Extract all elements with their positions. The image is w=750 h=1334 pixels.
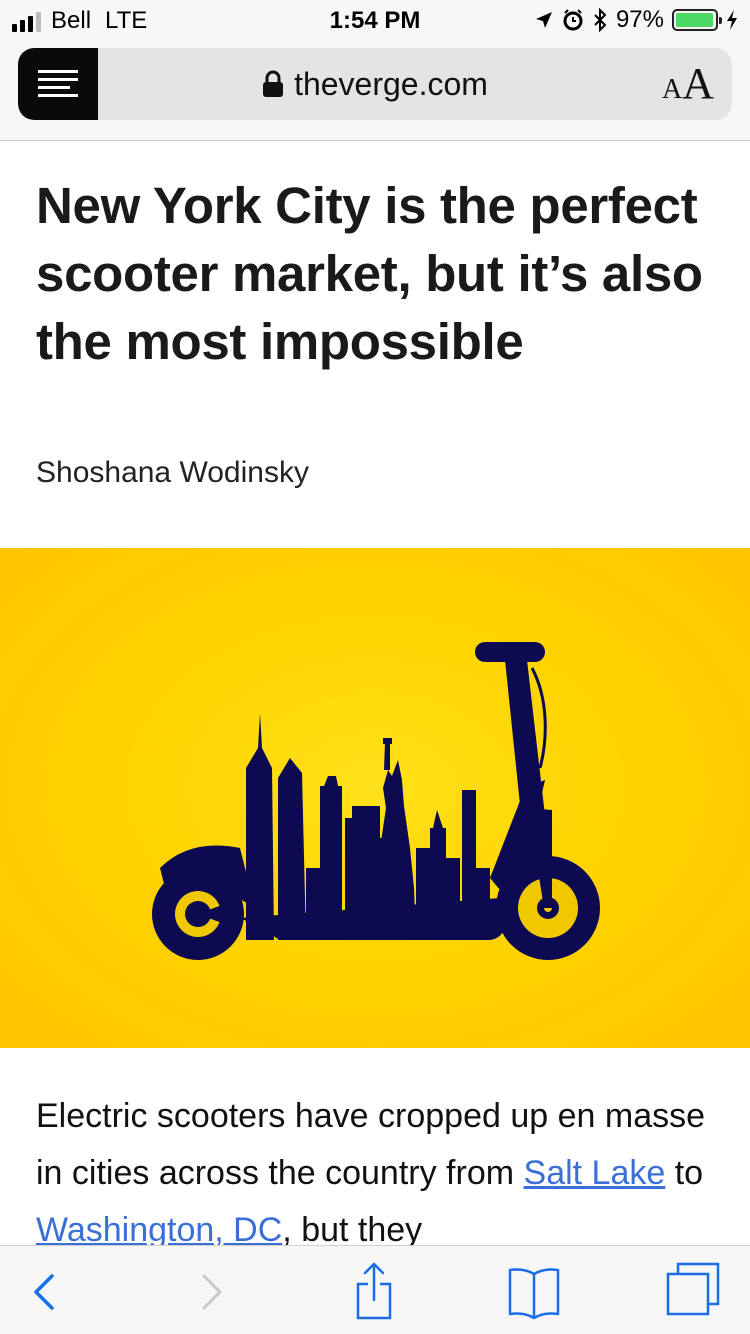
article-author[interactable]: Shoshana Wodinsky <box>36 456 309 490</box>
bookmarks-button[interactable] <box>504 1260 564 1320</box>
back-button[interactable] <box>14 1260 74 1320</box>
url-text: theverge.com <box>294 66 488 102</box>
text-size-large-glyph: A <box>682 59 714 108</box>
tabs-icon <box>666 1262 720 1316</box>
body-mid-text: to <box>665 1154 704 1192</box>
share-button[interactable] <box>344 1260 404 1320</box>
share-icon <box>356 1262 392 1320</box>
forward-button[interactable] <box>180 1260 240 1320</box>
article-headline: New York City is the perfect scooter mar… <box>36 177 703 370</box>
alarm-icon <box>563 9 583 31</box>
charging-icon <box>727 10 737 30</box>
status-bar: Bell LTE 1:54 PM 97% <box>0 0 750 40</box>
body-tail-text: , but they <box>282 1211 423 1249</box>
battery-percent: 97% <box>615 6 664 33</box>
status-right: 97% <box>534 6 738 34</box>
article-body: Electric scooters have cropped up en mas… <box>36 1088 716 1259</box>
lock-icon <box>263 70 284 97</box>
back-icon <box>34 1274 54 1310</box>
tabs-button[interactable] <box>664 1260 724 1320</box>
washington-dc-link[interactable]: Washington, DC <box>36 1211 282 1249</box>
forward-icon <box>202 1274 222 1310</box>
salt-lake-link[interactable]: Salt Lake <box>524 1154 666 1192</box>
safari-address-area: theverge.com AA <box>0 40 750 141</box>
hero-image <box>0 548 750 1048</box>
bluetooth-icon <box>594 8 607 32</box>
battery-icon <box>672 9 722 31</box>
text-size-small-glyph: A <box>661 74 683 105</box>
text-size-button[interactable]: AA <box>662 58 714 110</box>
safari-screen: Bell LTE 1:54 PM 97% theverge.com AA New… <box>0 0 750 1334</box>
bookmarks-icon <box>508 1268 560 1320</box>
scooter-skyline-illustration <box>152 642 600 960</box>
url-display[interactable]: theverge.com <box>18 66 732 103</box>
battery-level <box>676 13 713 27</box>
safari-toolbar <box>0 1245 750 1334</box>
location-icon <box>535 12 552 28</box>
address-bar[interactable]: theverge.com AA <box>18 48 732 120</box>
